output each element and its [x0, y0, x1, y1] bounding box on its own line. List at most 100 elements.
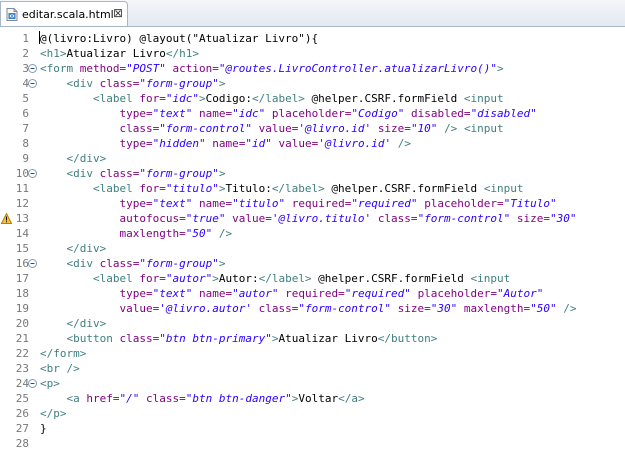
code-text[interactable]: <br />	[40, 361, 80, 376]
code-token: class=	[146, 392, 186, 405]
code-line[interactable]: 2 <h1>Atualizar Livro</h1>	[0, 46, 625, 61]
code-line[interactable]: 8 type="hidden" name="id" value='@livro.…	[0, 136, 625, 151]
code-text[interactable]: </p>	[40, 406, 67, 421]
code-line[interactable]: 1 @(livro:Livro) @layout("Atualizar Livro…	[0, 31, 625, 46]
code-token: >	[218, 257, 226, 270]
code-text[interactable]: <div class="form-group">	[40, 76, 226, 91]
code-token: "form-group"	[139, 167, 219, 180]
warning-icon[interactable]	[1, 213, 12, 224]
code-line[interactable]: 15 </div>	[0, 241, 625, 256]
code-line[interactable]: 26 </p>	[0, 406, 625, 421]
code-line[interactable]: 10 <div class="form-group">	[0, 166, 625, 181]
code-text[interactable]: <a href="/" class="btn btn-danger">Volta…	[40, 391, 365, 406]
code-line[interactable]: 22 </form>	[0, 346, 625, 361]
code-line[interactable]: 9 </div>	[0, 151, 625, 166]
code-editor[interactable]: 1 @(livro:Livro) @layout("Atualizar Livro…	[0, 27, 625, 454]
code-text[interactable]: @(livro:Livro) @layout("Atualizar Livro"…	[39, 31, 318, 46]
code-token: disabled=	[410, 107, 471, 120]
code-line[interactable]: 23 <br />	[0, 361, 625, 376]
code-line[interactable]: 17 <label for="autor">Autor:</label> @he…	[0, 271, 625, 286]
code-text[interactable]: <p>	[40, 376, 60, 391]
code-token: "titulo"	[165, 182, 219, 195]
tab-editar-scala-html[interactable]: editar.scala.html ⊠	[0, 1, 128, 26]
code-line[interactable]: 24 <p>	[0, 376, 625, 391]
code-line[interactable]: 4 <div class="form-group">	[0, 76, 625, 91]
code-text[interactable]: type="hidden" name="id" value='@livro.id…	[40, 136, 410, 151]
line-number: 12	[15, 197, 29, 210]
code-line[interactable]: 27}	[0, 421, 625, 436]
code-line[interactable]: 3 <form method="POST" action="@routes.Liv…	[0, 61, 625, 76]
collapse-icon[interactable]	[28, 169, 37, 178]
code-line[interactable]: 14 maxlength="50" />	[0, 226, 625, 241]
code-line[interactable]: 25 <a href="/" class="btn btn-danger">Vo…	[0, 391, 625, 406]
code-text[interactable]: <form method="POST" action="@routes.Livr…	[40, 61, 504, 76]
close-icon[interactable]: ⊠	[113, 7, 123, 19]
code-line[interactable]: 28	[0, 436, 625, 451]
code-line[interactable]: 11 <label for="titulo">Titulo:</label> @…	[0, 181, 625, 196]
code-token: "form-control"	[417, 212, 511, 225]
code-token: Voltar	[298, 392, 339, 405]
code-line[interactable]: 20 </div>	[0, 316, 625, 331]
collapse-icon[interactable]	[28, 259, 37, 268]
code-token: maxlength=	[119, 227, 186, 240]
code-token: Codigo:	[205, 92, 252, 105]
code-line[interactable]: 7 class="form-control" value='@livro.id'…	[0, 121, 625, 136]
line-number: 16	[15, 257, 29, 270]
code-text[interactable]: <label for="idc">Codigo:</label> @helper…	[40, 91, 504, 106]
code-line[interactable]: 16 <div class="form-group">	[0, 256, 625, 271]
code-token: <div	[66, 77, 100, 90]
code-line[interactable]: 19 value='@livro.autor' class="form-cont…	[0, 301, 625, 316]
code-line[interactable]: 5 <label for="idc">Codigo:</label> @help…	[0, 91, 625, 106]
code-text[interactable]: value='@livro.autor' class="form-control…	[40, 301, 576, 316]
code-text[interactable]: </div>	[40, 241, 107, 256]
collapse-icon[interactable]	[28, 379, 37, 388]
code-text[interactable]: </div>	[40, 316, 107, 331]
code-token: <input	[483, 182, 524, 195]
code-text[interactable]: <div class="form-group">	[40, 166, 226, 181]
code-text[interactable]: </form>	[40, 346, 86, 361]
code-text[interactable]: <button class="btn btn-primary">Atualiza…	[40, 331, 438, 346]
code-token: "btn btn-danger"	[185, 392, 292, 405]
code-line[interactable]: 18 type="text" name="autor" required="re…	[0, 286, 625, 301]
line-number: 5	[22, 92, 29, 105]
code-token: <div	[66, 167, 100, 180]
code-line[interactable]: 21 <button class="btn btn-primary">Atual…	[0, 331, 625, 346]
code-text[interactable]: <label for="titulo">Titulo:</label> @hel…	[40, 181, 524, 196]
code-token: href=	[86, 392, 120, 405]
code-token: '@livro.titulo'	[271, 212, 372, 225]
line-number: 26	[15, 407, 29, 420]
code-text[interactable]: maxlength="50" />	[40, 226, 232, 241]
code-line[interactable]: 13 autofocus="true" value='@livro.titulo…	[0, 211, 625, 226]
code-token: "Autor"	[497, 287, 544, 300]
code-text[interactable]: type="text" name="autor" required="requi…	[40, 286, 543, 301]
code-line[interactable]: 12 type="text" name="titulo" required="r…	[0, 196, 625, 211]
code-token: "idc"	[232, 107, 266, 120]
code-line[interactable]: 6 type="text" name="idc" placeholder="Co…	[0, 106, 625, 121]
code-text[interactable]: autofocus="true" value='@livro.titulo' c…	[40, 211, 576, 226]
code-text[interactable]: </div>	[40, 151, 107, 166]
collapse-icon[interactable]	[28, 79, 37, 88]
code-token: >	[218, 167, 226, 180]
code-text[interactable]: <div class="form-group">	[40, 256, 226, 271]
code-text[interactable]: class="form-control" value='@livro.id' s…	[40, 121, 503, 136]
code-text[interactable]: <label for="autor">Autor:</label> @helpe…	[40, 271, 510, 286]
code-token: value=	[258, 122, 299, 135]
code-token: />	[444, 122, 458, 135]
code-text[interactable]: }	[40, 421, 47, 436]
code-text[interactable]: type="text" name="titulo" required="requ…	[40, 196, 556, 211]
code-text[interactable]: type="text" name="idc" placeholder="Codi…	[40, 106, 536, 121]
line-number: 8	[22, 137, 29, 150]
code-text[interactable]: <h1>Atualizar Livro</h1>	[40, 46, 199, 61]
collapse-icon[interactable]	[28, 64, 37, 73]
code-token: "text"	[152, 287, 193, 300]
code-token: name=	[198, 107, 233, 120]
